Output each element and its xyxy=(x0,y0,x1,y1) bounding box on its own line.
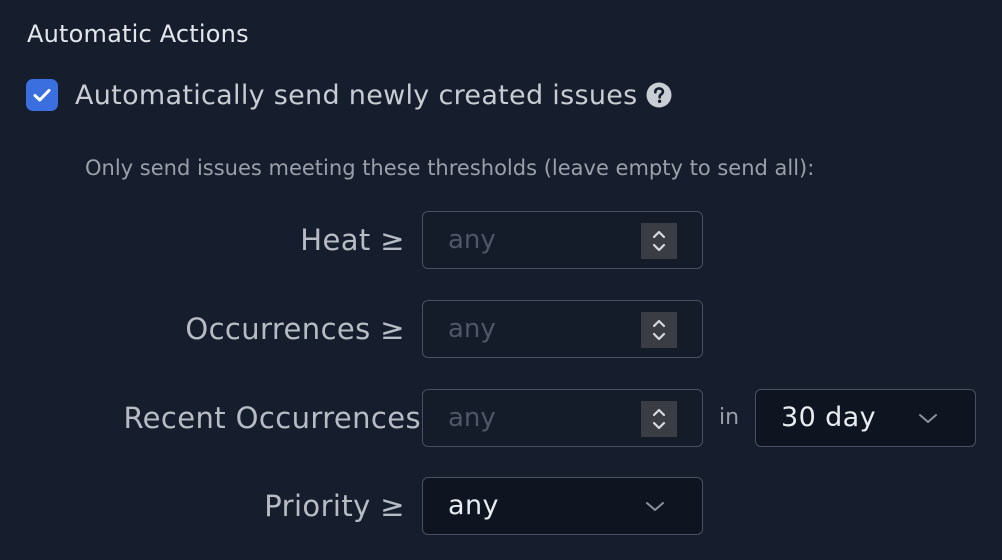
chevron-down-icon xyxy=(646,502,664,511)
priority-label: Priority ≥ xyxy=(264,489,405,523)
recent-occurrences-placeholder: any xyxy=(448,403,496,433)
automatic-actions-panel: Automatic Actions Automatically send new… xyxy=(0,0,1002,560)
occurrences-label: Occurrences ≥ xyxy=(185,312,405,346)
occurrences-input[interactable]: any xyxy=(422,300,703,358)
heat-placeholder: any xyxy=(448,225,496,255)
recent-occurrences-input[interactable]: any xyxy=(422,389,703,447)
recent-occurrences-label: Recent Occurrences xyxy=(123,401,421,435)
heat-stepper[interactable] xyxy=(641,223,677,259)
priority-value: any xyxy=(448,490,499,521)
time-window-value: 30 day xyxy=(781,402,877,433)
auto-send-label[interactable]: Automatically send newly created issues xyxy=(75,80,638,111)
stepper-arrows-icon xyxy=(652,319,666,341)
recent-occurrences-stepper[interactable] xyxy=(641,401,677,437)
auto-send-row: Automatically send newly created issues xyxy=(26,77,672,113)
heat-label: Heat ≥ xyxy=(300,223,405,257)
thresholds-hint: Only send issues meeting these threshold… xyxy=(85,156,815,180)
auto-send-checkbox[interactable] xyxy=(26,79,58,111)
heat-input[interactable]: any xyxy=(422,211,703,269)
stepper-arrows-icon xyxy=(652,408,666,430)
stepper-arrows-icon xyxy=(652,230,666,252)
occurrences-stepper[interactable] xyxy=(641,312,677,348)
time-window-select[interactable]: 30 day xyxy=(755,389,976,447)
occurrences-placeholder: any xyxy=(448,314,496,344)
help-icon[interactable] xyxy=(646,82,672,108)
section-title: Automatic Actions xyxy=(27,20,249,48)
checkmark-icon xyxy=(33,89,51,102)
chevron-down-icon xyxy=(919,414,937,423)
time-window-in-label: in xyxy=(719,405,740,430)
priority-select[interactable]: any xyxy=(422,477,703,535)
